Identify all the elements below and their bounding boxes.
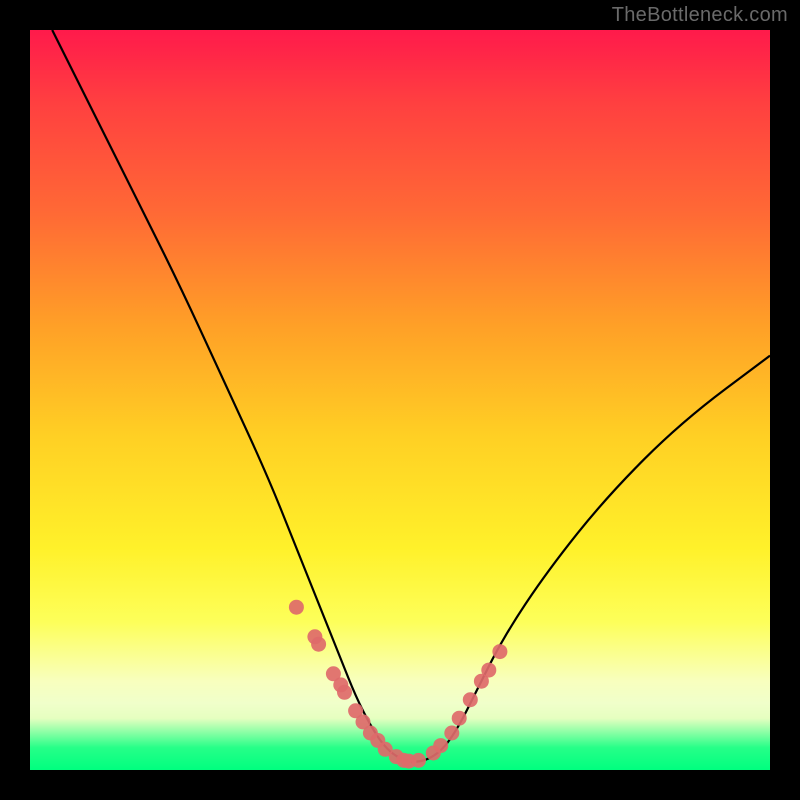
attribution-text: TheBottleneck.com (612, 4, 788, 27)
highlight-dot (452, 711, 467, 726)
highlight-dot (337, 685, 352, 700)
curve-layer (52, 30, 770, 762)
highlight-dot (433, 738, 448, 753)
highlight-dot (311, 637, 326, 652)
chart-svg (30, 30, 770, 770)
bottleneck-curve (52, 30, 770, 762)
chart-frame: TheBottleneck.com (0, 0, 800, 800)
highlight-dot (492, 644, 507, 659)
highlight-dot (289, 600, 304, 615)
highlight-dot (444, 726, 459, 741)
plot-area (30, 30, 770, 770)
highlight-dot (481, 663, 496, 678)
highlight-dot (411, 753, 426, 768)
highlight-dot (463, 692, 478, 707)
dots-layer (289, 600, 508, 769)
